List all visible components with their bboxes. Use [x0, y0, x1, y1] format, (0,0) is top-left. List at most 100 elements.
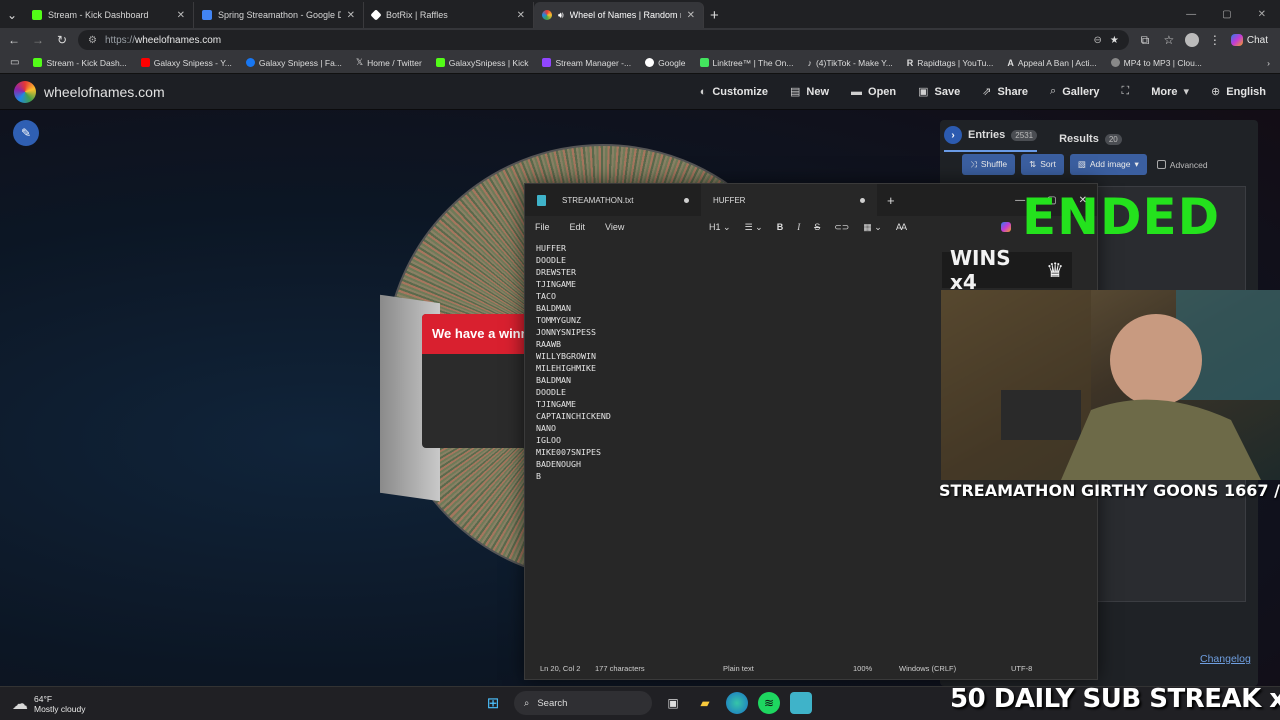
bookmark-item[interactable]: R Rapidtags | YouTu... [907, 58, 994, 68]
close-icon[interactable]: ✕ [517, 10, 525, 21]
close-icon[interactable]: ✕ [687, 10, 695, 21]
bookmark-item[interactable]: Stream Manager -... [542, 58, 631, 68]
strikethrough-icon[interactable]: S [814, 222, 820, 232]
browser-tab-wheel-of-names[interactable]: 🔊︎ Wheel of Names | Random na ✕ [534, 2, 704, 28]
extensions-icon[interactable]: ⧉ [1137, 33, 1153, 48]
menu-file[interactable]: File [535, 222, 550, 232]
bookmark-item[interactable]: ♪ (4)TikTok - Make Y... [807, 58, 892, 68]
sort-button[interactable]: ⇅ Sort [1021, 154, 1064, 175]
nav-more[interactable]: More ▾ [1151, 85, 1189, 99]
text-format[interactable]: Plain text [723, 664, 754, 673]
add-image-button[interactable]: ▧ Add image ▾ [1069, 154, 1147, 175]
tab-title: HUFFER [713, 195, 746, 205]
chevron-right-icon[interactable]: › [944, 126, 962, 144]
tab-entries[interactable]: › Entries 2531 [944, 126, 1038, 152]
link-icon[interactable]: ⊂⊃ [834, 222, 849, 233]
bookmark-item[interactable]: GalaxySnipess | Kick [435, 58, 528, 68]
favorites-icon[interactable]: ☆ [1161, 33, 1177, 47]
reading-list-icon[interactable]: ▭ [10, 57, 19, 68]
spotify-icon[interactable]: ≋ [758, 692, 780, 714]
folder-icon: ▬ [851, 85, 863, 98]
chat-button[interactable]: Chat [1230, 34, 1274, 46]
nav-label: Customize [712, 85, 768, 98]
new-tab-button[interactable]: + [710, 2, 726, 28]
taskbar-search[interactable]: ⌕ Search [514, 691, 652, 715]
edge-icon[interactable] [726, 692, 748, 714]
changelog-link[interactable]: Changelog [1200, 653, 1251, 665]
nav-fullscreen[interactable]: ⛶ [1122, 85, 1130, 98]
edit-button[interactable]: ✎ [13, 120, 39, 146]
tab-results[interactable]: Results 20 [1059, 133, 1122, 145]
list-icon[interactable]: ☰ ⌄ [745, 222, 763, 233]
reload-icon[interactable]: ↻ [54, 33, 70, 47]
italic-icon[interactable]: I [797, 222, 800, 232]
file-explorer-icon[interactable]: ▰ [694, 692, 716, 714]
nav-new[interactable]: ▤ New [790, 85, 829, 99]
maximize-icon[interactable]: ▢ [1222, 9, 1231, 20]
bookmark-item[interactable]: Linktree™ | The On... [699, 58, 793, 68]
site-info-icon[interactable]: ⚙ [88, 35, 97, 46]
advanced-checkbox[interactable]: Advanced [1156, 160, 1208, 170]
notepad-tab-huffer[interactable]: HUFFER [701, 184, 877, 216]
bookmark-label: MP4 to MP3 | Clou... [1123, 57, 1202, 68]
nav-language[interactable]: ⊕ English [1211, 85, 1266, 99]
checkbox-box[interactable] [1156, 160, 1166, 169]
task-view-icon[interactable]: ▣ [662, 692, 684, 714]
nav-gallery[interactable]: ⌕ Gallery [1050, 85, 1099, 98]
table-icon[interactable]: ▦ ⌄ [863, 222, 882, 233]
browser-tab-botrix[interactable]: BotRix | Raffles ✕ [364, 2, 534, 28]
close-icon[interactable]: ✕ [347, 10, 355, 21]
menu-dots-icon[interactable]: ⋮ [1207, 33, 1223, 47]
heading-dropdown[interactable]: H1 ⌄ [709, 222, 731, 233]
bookmark-item[interactable]: Stream - Kick Dash... [33, 58, 127, 68]
format-toolbar: H1 ⌄ ☰ ⌄ B I S ⊂⊃ ▦ ⌄ Ꜳ [709, 216, 1012, 238]
text-line: MIKE007SNIPES [536, 447, 601, 457]
chevron-right-icon[interactable]: › [1267, 58, 1270, 68]
new-tab-button[interactable]: + [887, 193, 895, 208]
zoom-level[interactable]: 100% [853, 664, 872, 673]
notepad-taskbar-icon[interactable] [790, 692, 812, 714]
bookmark-item[interactable]: Galaxy Snipess | Fa... [245, 58, 342, 68]
bookmark-star-icon[interactable]: ★ [1110, 35, 1119, 46]
profile-avatar[interactable] [1184, 33, 1199, 47]
menu-edit[interactable]: Edit [570, 222, 586, 232]
tab-search-icon[interactable]: ⌄ [0, 2, 24, 28]
menu-view[interactable]: View [605, 222, 624, 232]
site-logo[interactable]: wheelofnames.com [14, 80, 165, 103]
url-field[interactable]: ⚙ https://wheelofnames.com ⊖ ★ [78, 30, 1129, 50]
notepad-editor[interactable]: HUFFER DOODLE DREWSTER TJINGAME TACO BALDMAN T… [536, 242, 611, 482]
browser-tab-kick[interactable]: Stream - Kick Dashboard ✕ [24, 2, 194, 28]
wheel-logo-icon [14, 80, 36, 103]
forward-icon[interactable]: → [30, 33, 46, 47]
cloudconvert-icon [1110, 58, 1120, 67]
text-line: DREWSTER [536, 267, 576, 277]
bookmark-item[interactable]: 𝕏 Home / Twitter [356, 57, 422, 68]
nav-label: More [1151, 85, 1178, 98]
copilot-icon[interactable] [1001, 222, 1012, 232]
window-controls: — ▢ ✕ [1186, 9, 1280, 28]
encoding[interactable]: UTF-8 [1011, 664, 1032, 673]
speaker-icon[interactable]: 🔊︎ [558, 10, 564, 21]
bookmark-item[interactable]: A Appeal A Ban | Acti... [1007, 58, 1096, 68]
clear-format-icon[interactable]: Ꜳ [896, 222, 907, 233]
nav-customize[interactable]: ◐ Customize [700, 85, 768, 98]
bookmark-item[interactable]: Google [645, 58, 686, 68]
notepad-tab-streamathon[interactable]: STREAMATHON.txt [525, 184, 701, 216]
nav-share[interactable]: ⇗ Share [982, 85, 1028, 99]
zoom-icon[interactable]: ⊖ [1094, 35, 1102, 46]
close-icon[interactable]: ✕ [177, 10, 185, 21]
bookmark-item[interactable]: Galaxy Snipess - Y... [140, 58, 232, 68]
bookmark-item[interactable]: MP4 to MP3 | Clou... [1110, 57, 1202, 68]
line-ending[interactable]: Windows (CRLF) [899, 664, 956, 673]
shuffle-button[interactable]: ⤨ Shuffle [962, 154, 1016, 175]
back-icon[interactable]: ← [6, 33, 22, 47]
nav-label: Gallery [1062, 85, 1100, 98]
start-icon[interactable]: ⊞ [482, 692, 504, 714]
minimize-icon[interactable]: — [1186, 9, 1196, 20]
close-window-icon[interactable]: ✕ [1258, 9, 1266, 20]
weather-widget[interactable]: ☁ 64°F Mostly cloudy [12, 694, 86, 714]
nav-save[interactable]: ▣ Save [918, 85, 960, 99]
browser-tab-google-doc[interactable]: Spring Streamathon - Google Doc ✕ [194, 2, 364, 28]
bold-icon[interactable]: B [777, 222, 784, 232]
nav-open[interactable]: ▬ Open [851, 85, 896, 98]
